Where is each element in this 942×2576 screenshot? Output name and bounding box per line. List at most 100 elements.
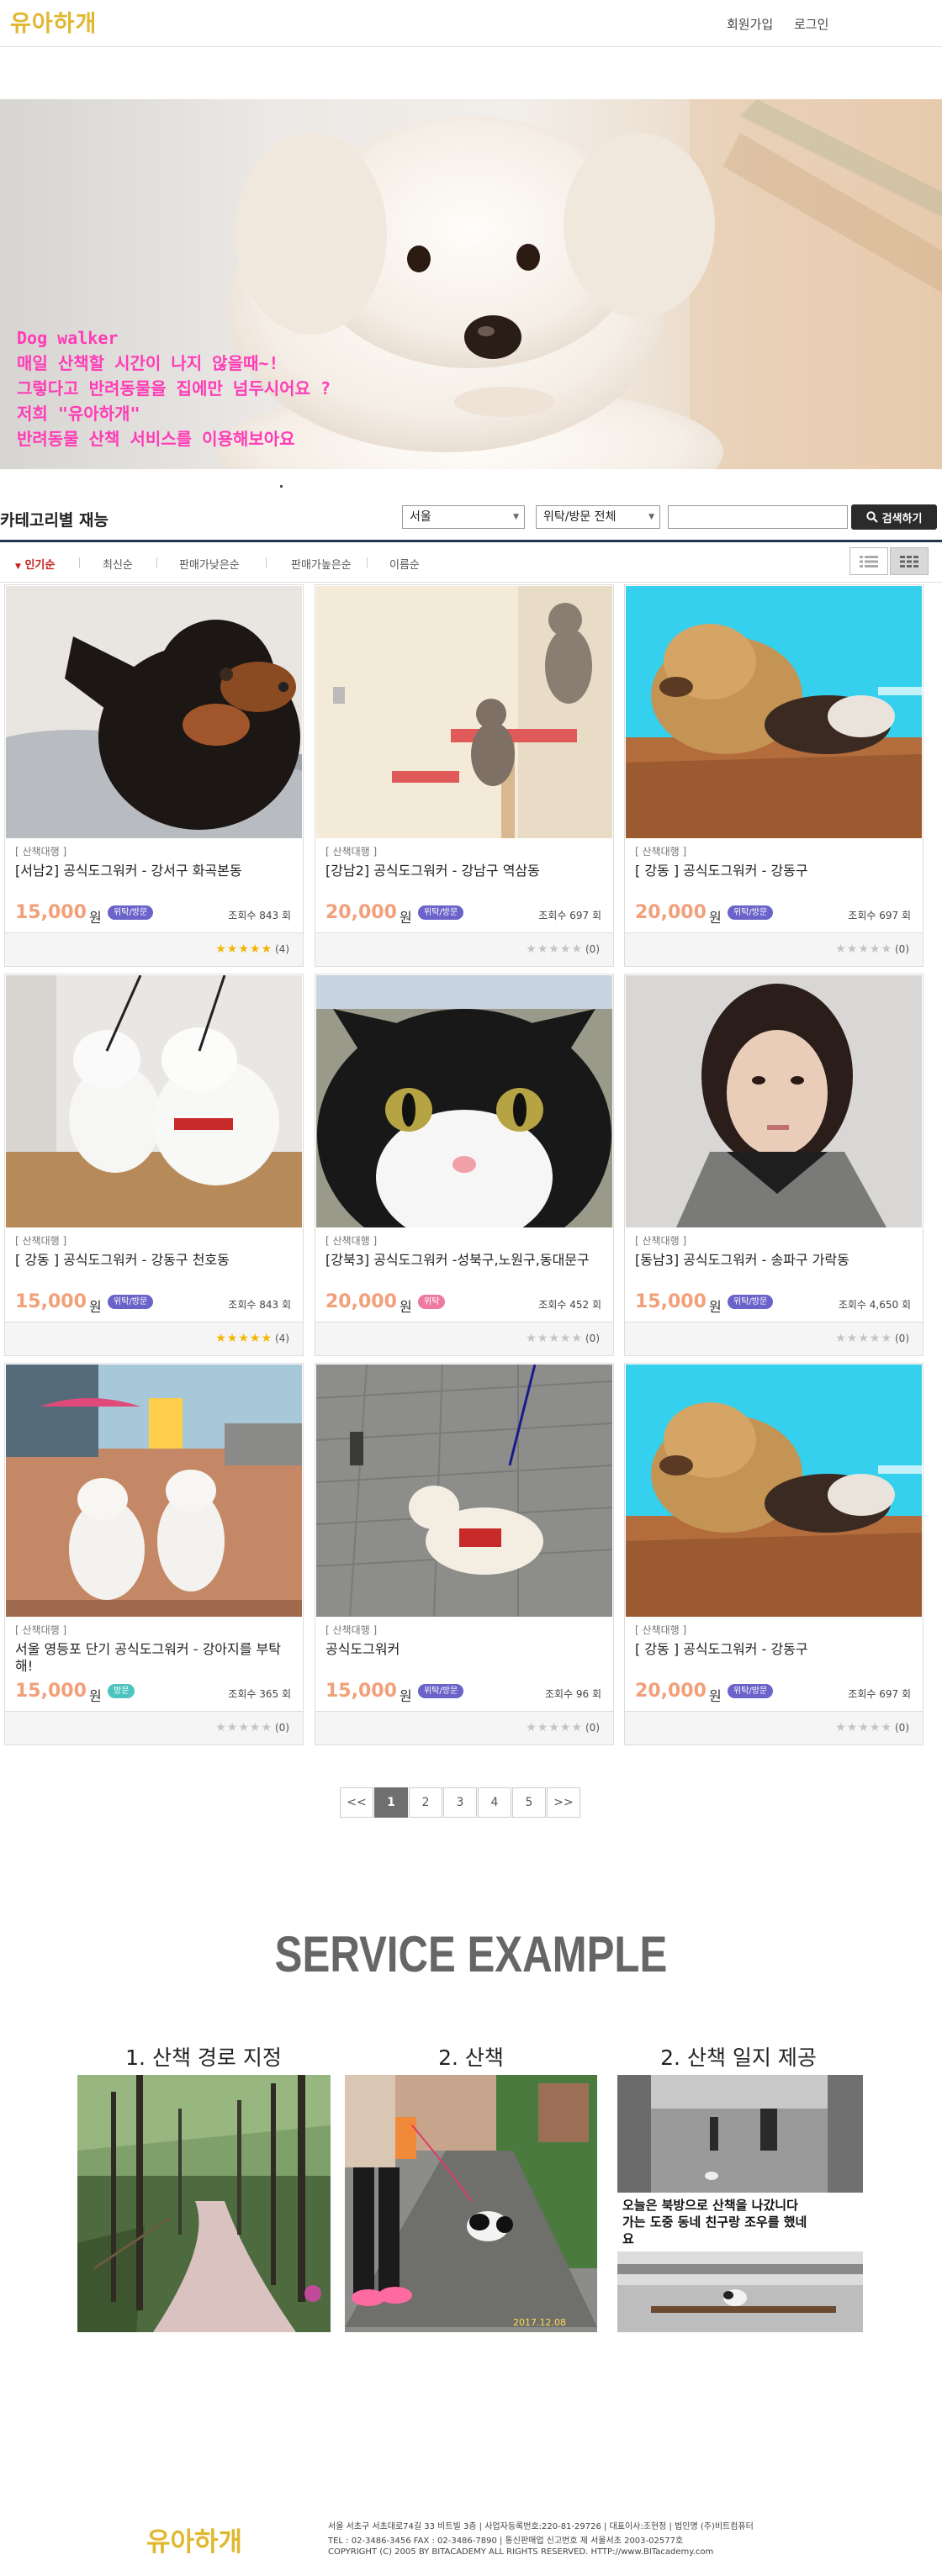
page-button[interactable]: 5 bbox=[512, 1787, 546, 1818]
page-button[interactable]: 3 bbox=[443, 1787, 477, 1818]
view-count: 조회수 365 회 bbox=[228, 1688, 291, 1700]
listing-title[interactable]: 서울 영등포 단기 공식도그워커 - 강아지를 부탁해! bbox=[15, 1641, 293, 1675]
listing-card[interactable]: [ 산책대행 ] [강남2] 공식도그워커 - 강남구 역삼동 20,000 원… bbox=[315, 584, 614, 967]
sort-name[interactable]: 이름순 bbox=[389, 556, 420, 572]
divider bbox=[79, 557, 80, 568]
list-icon bbox=[860, 555, 878, 567]
rating-stars: ★★★★★ (0) bbox=[526, 1721, 600, 1734]
card-footer: ★★★★★ (0) bbox=[625, 1711, 923, 1745]
listing-photo[interactable] bbox=[6, 975, 302, 1227]
listing-price: 15,000 bbox=[635, 1291, 706, 1312]
service-type-badge: 위탁/방문 bbox=[728, 1684, 774, 1698]
listing-photo[interactable] bbox=[626, 975, 922, 1227]
star-icon: ★ bbox=[881, 1332, 892, 1345]
grid-view-button[interactable] bbox=[890, 547, 929, 575]
currency-label: 원 bbox=[400, 1299, 412, 1315]
listing-price: 20,000 bbox=[325, 902, 397, 923]
sort-price-low[interactable]: 판매가낮은순 bbox=[179, 556, 240, 572]
star-icon: ★ bbox=[858, 942, 870, 956]
divider bbox=[266, 557, 267, 568]
region-select[interactable]: 서울 ▼ bbox=[402, 505, 525, 529]
star-icon: ★ bbox=[869, 1332, 881, 1345]
service-type-badge: 위탁/방문 bbox=[108, 905, 154, 920]
listing-card[interactable]: [ 산책대행 ] [서남2] 공식도그워커 - 강서구 화곡본동 15,000 … bbox=[4, 584, 304, 967]
sort-latest[interactable]: 최신순 bbox=[103, 556, 133, 572]
page-button[interactable]: 1 bbox=[374, 1787, 408, 1818]
listing-photo[interactable] bbox=[6, 1365, 302, 1617]
carousel-dot[interactable] bbox=[280, 485, 283, 488]
listing-title[interactable]: [강남2] 공식도그워커 - 강남구 역삼동 bbox=[325, 863, 603, 879]
star-icon: ★ bbox=[571, 1332, 583, 1345]
listing-photo[interactable] bbox=[316, 1365, 612, 1617]
service-type-badge: 위탁/방문 bbox=[418, 905, 464, 920]
star-icon: ★ bbox=[526, 942, 537, 956]
listing-card[interactable]: [ 산책대행 ] 서울 영등포 단기 공식도그워커 - 강아지를 부탁해! 15… bbox=[4, 1363, 304, 1745]
listing-photo[interactable] bbox=[626, 1365, 922, 1617]
footer-logo[interactable]: 유아하개 bbox=[146, 2521, 242, 2558]
star-icon: ★ bbox=[881, 942, 892, 956]
page-button[interactable]: 2 bbox=[409, 1787, 442, 1818]
service-photo-diary: 오늘은 북방으로 산책을 나갔니다 가는 도중 동네 친구랑 조우를 했네 요 bbox=[617, 2075, 863, 2332]
listing-price: 15,000 bbox=[15, 1681, 87, 1702]
sort-popular[interactable]: ▼ 인기순 bbox=[15, 556, 55, 572]
listing-category: [ 산책대행 ] bbox=[15, 1624, 67, 1636]
listing-photo[interactable] bbox=[626, 586, 922, 838]
search-input[interactable] bbox=[668, 505, 848, 529]
review-count: (0) bbox=[895, 1722, 909, 1734]
search-button[interactable]: 검색하기 bbox=[851, 504, 937, 530]
listing-card[interactable]: [ 산책대행 ] [ 강동 ] 공식도그워커 - 강동구 20,000 원 위탁… bbox=[624, 1363, 923, 1745]
listing-category: [ 산책대행 ] bbox=[325, 1235, 378, 1247]
currency-label: 원 bbox=[709, 910, 722, 926]
star-icon: ★ bbox=[249, 1721, 262, 1734]
listing-category: [ 산책대행 ] bbox=[15, 1235, 67, 1247]
sort-price-high[interactable]: 판매가높은순 bbox=[291, 556, 352, 572]
listing-title[interactable]: [동남3] 공식도그워커 - 송파구 가락동 bbox=[635, 1252, 913, 1269]
view-count: 조회수 697 회 bbox=[848, 1688, 911, 1700]
site-logo[interactable]: 유아하개 bbox=[10, 5, 97, 38]
signup-link[interactable]: 회원가입 bbox=[727, 15, 773, 33]
star-icon: ★ bbox=[559, 1721, 572, 1734]
view-count: 조회수 452 회 bbox=[538, 1299, 601, 1311]
service-photo-walk: 2017.12.08 bbox=[345, 2075, 597, 2332]
service-label-diary: 2. 산책 일지 제공 bbox=[660, 2045, 817, 2070]
star-icon: ★ bbox=[548, 942, 560, 956]
listing-card[interactable]: [ 산책대행 ] [ 강동 ] 공식도그워커 - 강동구 20,000 원 위탁… bbox=[624, 584, 923, 967]
card-footer: ★★★★★ (0) bbox=[5, 1711, 303, 1745]
star-icon: ★ bbox=[537, 1332, 549, 1345]
review-count: (4) bbox=[275, 1333, 289, 1344]
listing-photo[interactable] bbox=[316, 586, 612, 838]
listing-category: [ 산책대행 ] bbox=[635, 1235, 687, 1247]
chevron-down-icon: ▼ bbox=[15, 562, 21, 571]
login-link[interactable]: 로그인 bbox=[794, 15, 828, 33]
listing-card[interactable]: [ 산책대행 ] [동남3] 공식도그워커 - 송파구 가락동 15,000 원… bbox=[624, 974, 923, 1356]
card-footer: ★★★★★ (4) bbox=[5, 1322, 303, 1355]
rating-stars: ★★★★★ (4) bbox=[215, 1332, 289, 1345]
listing-title[interactable]: [서남2] 공식도그워커 - 강서구 화곡본동 bbox=[15, 863, 293, 879]
footer-contact: TEL : 02-3486-3456 FAX : 02-3486-7890 | … bbox=[328, 2536, 684, 2546]
star-icon: ★ bbox=[835, 1332, 847, 1345]
listing-card[interactable]: [ 산책대행 ] [ 강동 ] 공식도그워커 - 강동구 천호동 15,000 … bbox=[4, 974, 304, 1356]
page-button[interactable]: 4 bbox=[478, 1787, 511, 1818]
listing-title[interactable]: [ 강동 ] 공식도그워커 - 강동구 bbox=[635, 863, 913, 879]
listing-title[interactable]: [ 강동 ] 공식도그워커 - 강동구 bbox=[635, 1641, 913, 1658]
rating-stars: ★★★★★ (0) bbox=[835, 942, 909, 956]
page-button[interactable]: >> bbox=[547, 1787, 580, 1818]
listing-card[interactable]: [ 산책대행 ] [강북3] 공식도그워커 -성북구,노원구,동대문구 20,0… bbox=[315, 974, 614, 1356]
page-button[interactable]: << bbox=[340, 1787, 373, 1818]
list-view-button[interactable] bbox=[849, 547, 888, 575]
rating-stars: ★★★★★ (0) bbox=[215, 1721, 289, 1734]
type-select[interactable]: 위탁/방문 전체 ▼ bbox=[536, 505, 660, 529]
listing-photo[interactable] bbox=[316, 975, 612, 1227]
listing-card[interactable]: [ 산책대행 ] 공식도그워커 15,000 원 위탁/방문 조회수 96 회 … bbox=[315, 1363, 614, 1745]
star-icon: ★ bbox=[858, 1721, 870, 1734]
listing-title[interactable]: 공식도그워커 bbox=[325, 1641, 603, 1658]
currency-label: 원 bbox=[709, 1299, 722, 1315]
currency-label: 원 bbox=[89, 1688, 102, 1704]
hero-line-1: Dog walker bbox=[17, 328, 119, 348]
listing-title[interactable]: [강북3] 공식도그워커 -성북구,노원구,동대문구 bbox=[325, 1252, 603, 1269]
listing-title[interactable]: [ 강동 ] 공식도그워커 - 강동구 천호동 bbox=[15, 1252, 293, 1269]
search-icon bbox=[865, 511, 878, 523]
service-type-badge: 위탁/방문 bbox=[418, 1684, 464, 1698]
star-icon: ★ bbox=[238, 1332, 250, 1345]
listing-photo[interactable] bbox=[6, 586, 302, 838]
